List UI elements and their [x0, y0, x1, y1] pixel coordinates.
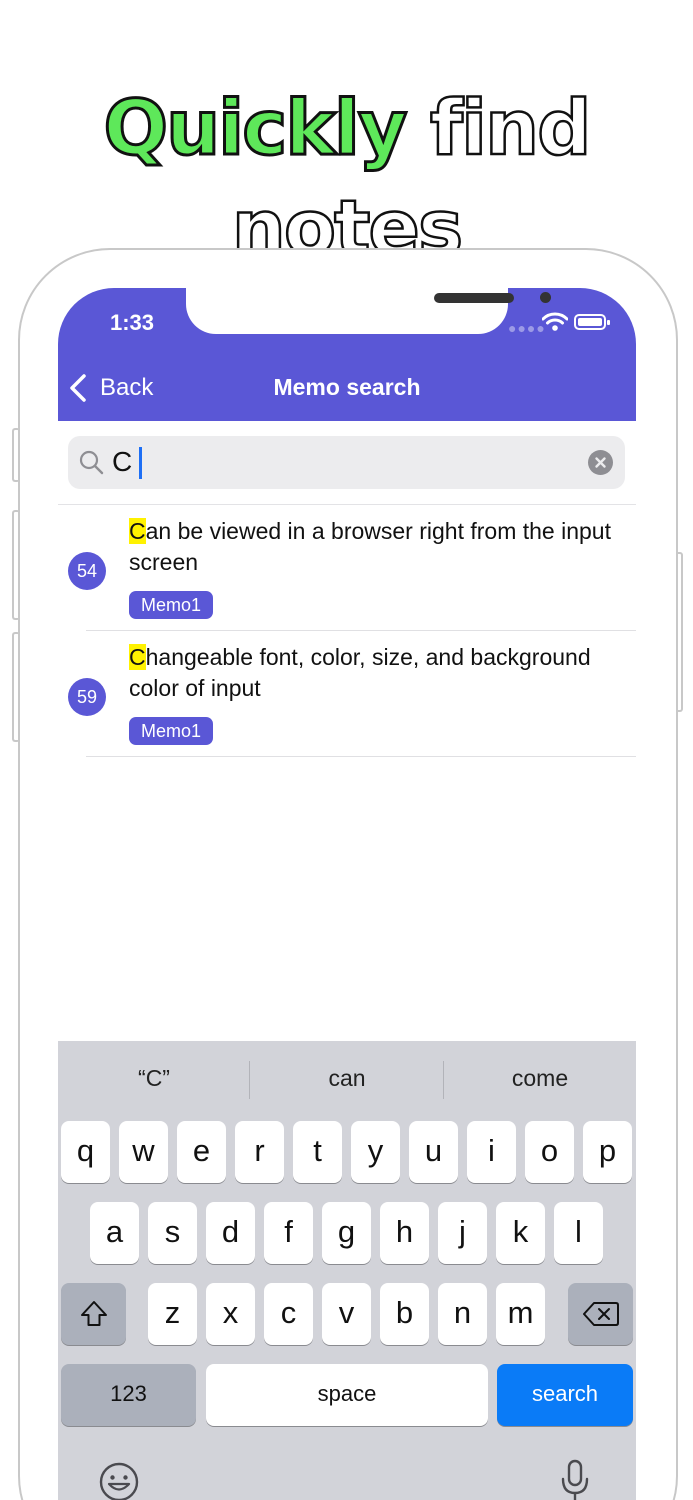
- list-item[interactable]: 59 Changeable font, color, size, and bac…: [58, 631, 636, 757]
- key-f[interactable]: f: [264, 1202, 313, 1264]
- key-a[interactable]: a: [90, 1202, 139, 1264]
- key-o[interactable]: o: [525, 1121, 574, 1183]
- key-u[interactable]: u: [409, 1121, 458, 1183]
- key-y[interactable]: y: [351, 1121, 400, 1183]
- memo-number-badge: 59: [68, 678, 106, 716]
- delete-icon: [582, 1302, 619, 1326]
- status-icons: ●●●●: [508, 312, 610, 336]
- suggestion-item[interactable]: come: [444, 1065, 636, 1092]
- text-caret: [139, 447, 142, 479]
- key-d[interactable]: d: [206, 1202, 255, 1264]
- key-h[interactable]: h: [380, 1202, 429, 1264]
- memo-text: Can be viewed in a browser right from th…: [129, 516, 619, 578]
- key-i[interactable]: i: [467, 1121, 516, 1183]
- speaker-grille: [434, 293, 514, 303]
- key-q[interactable]: q: [61, 1121, 110, 1183]
- key-b[interactable]: b: [380, 1283, 429, 1345]
- shift-icon: [80, 1301, 107, 1326]
- suggestion-bar: “C” can come: [58, 1041, 636, 1119]
- space-key[interactable]: space: [206, 1364, 488, 1426]
- memo-text: Changeable font, color, size, and backgr…: [129, 642, 619, 704]
- key-c[interactable]: c: [264, 1283, 313, 1345]
- numbers-key[interactable]: 123: [61, 1364, 196, 1426]
- memo-text-rest: an be viewed in a browser right from the…: [129, 518, 611, 575]
- key-n[interactable]: n: [438, 1283, 487, 1345]
- memo-text-rest: hangeable font, color, size, and backgro…: [129, 644, 591, 701]
- key-k[interactable]: k: [496, 1202, 545, 1264]
- delete-key[interactable]: [568, 1283, 633, 1345]
- key-e[interactable]: e: [177, 1121, 226, 1183]
- memo-tag: Memo1: [129, 591, 214, 619]
- key-x[interactable]: x: [206, 1283, 255, 1345]
- memo-number-badge: 54: [68, 552, 106, 590]
- phone-screen: 1:33 ●●●● Back Memo search C 54 Can be v…: [58, 288, 636, 1500]
- page-title: Memo search: [273, 374, 421, 400]
- key-s[interactable]: s: [148, 1202, 197, 1264]
- results-list: 54 Can be viewed in a browser right from…: [58, 505, 636, 757]
- match-highlight: C: [129, 644, 146, 670]
- search-field[interactable]: [68, 436, 625, 489]
- search-key[interactable]: search: [497, 1364, 633, 1426]
- phone-notch: [186, 288, 551, 334]
- headline-highlight: Quickly: [102, 82, 409, 174]
- suggestion-item[interactable]: “C”: [58, 1065, 250, 1092]
- key-w[interactable]: w: [119, 1121, 168, 1183]
- key-r[interactable]: r: [235, 1121, 284, 1183]
- suggestion-item[interactable]: can: [251, 1065, 443, 1092]
- emoji-icon[interactable]: [98, 1461, 140, 1500]
- status-time: 1:33: [110, 310, 155, 335]
- keyboard: “C” can come q w e r t y u i o p a s d f…: [58, 1041, 636, 1500]
- signal-dots-icon: ●●●●: [508, 320, 546, 336]
- key-t[interactable]: t: [293, 1121, 342, 1183]
- key-v[interactable]: v: [322, 1283, 371, 1345]
- key-g[interactable]: g: [322, 1202, 371, 1264]
- key-m[interactable]: m: [496, 1283, 545, 1345]
- clear-icon[interactable]: [588, 450, 613, 475]
- wifi-icon: [542, 312, 568, 331]
- key-j[interactable]: j: [438, 1202, 487, 1264]
- suggestion-divider: [249, 1061, 250, 1099]
- front-camera: [540, 292, 551, 303]
- list-item[interactable]: 54 Can be viewed in a browser right from…: [58, 505, 636, 631]
- key-p[interactable]: p: [583, 1121, 632, 1183]
- battery-icon: [574, 314, 610, 330]
- key-z[interactable]: z: [148, 1283, 197, 1345]
- memo-tag: Memo1: [129, 717, 214, 745]
- search-bar: [58, 421, 636, 505]
- shift-key[interactable]: [61, 1283, 126, 1345]
- search-input[interactable]: [112, 442, 582, 482]
- match-highlight: C: [129, 518, 146, 544]
- key-l[interactable]: l: [554, 1202, 603, 1264]
- microphone-icon[interactable]: [560, 1459, 590, 1500]
- search-icon: [79, 450, 104, 475]
